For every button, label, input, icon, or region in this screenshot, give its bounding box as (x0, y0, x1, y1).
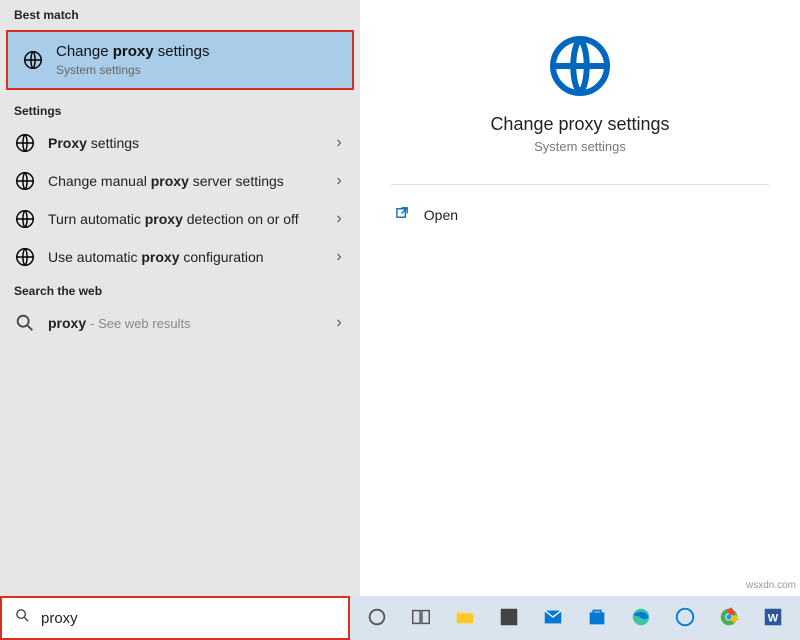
preview-panel: Change proxy settings System settings Op… (360, 0, 800, 596)
app-icon[interactable] (490, 601, 528, 635)
best-match-result[interactable]: Change proxy settings System settings (6, 30, 354, 90)
chevron-right-icon: › (332, 314, 346, 332)
settings-header: Settings (0, 96, 360, 124)
svg-text:W: W (768, 613, 779, 625)
store-icon[interactable] (578, 601, 616, 635)
globe-icon (14, 246, 36, 268)
search-icon (14, 312, 36, 334)
open-icon (395, 205, 410, 224)
watermark: wsxdn.com (746, 580, 796, 591)
task-view-icon[interactable] (402, 601, 440, 635)
divider (391, 184, 769, 185)
settings-result-proxy-settings[interactable]: Proxy settings › (0, 124, 360, 162)
chevron-right-icon: › (332, 172, 346, 190)
settings-result-manual-proxy[interactable]: Change manual proxy server settings › (0, 162, 360, 200)
best-match-subtitle: System settings (56, 63, 338, 79)
best-match-title: Change proxy settings (56, 42, 338, 62)
dell-icon[interactable] (666, 601, 704, 635)
preview-subtitle: System settings (534, 139, 626, 154)
globe-icon (544, 30, 616, 102)
chrome-icon[interactable] (710, 601, 748, 635)
chevron-right-icon: › (332, 248, 346, 266)
search-input[interactable] (41, 610, 336, 627)
mail-icon[interactable] (534, 601, 572, 635)
search-icon (14, 607, 31, 629)
web-header: Search the web (0, 276, 360, 304)
preview-title: Change proxy settings (490, 114, 669, 135)
open-action[interactable]: Open (391, 199, 769, 230)
best-match-header: Best match (0, 0, 360, 28)
chevron-right-icon: › (332, 210, 346, 228)
open-label: Open (424, 207, 458, 223)
taskbar: W (350, 596, 800, 640)
globe-icon (22, 49, 44, 71)
settings-result-auto-config[interactable]: Use automatic proxy configuration › (0, 238, 360, 276)
globe-icon (14, 132, 36, 154)
web-result-proxy[interactable]: proxy- See web results › (0, 304, 360, 342)
chevron-right-icon: › (332, 134, 346, 152)
globe-icon (14, 170, 36, 192)
globe-icon (14, 208, 36, 230)
cortana-icon[interactable] (358, 601, 396, 635)
edge-icon[interactable] (622, 601, 660, 635)
settings-result-auto-detection[interactable]: Turn automatic proxy detection on or off… (0, 200, 360, 238)
search-box[interactable] (0, 596, 350, 640)
word-icon[interactable]: W (754, 601, 792, 635)
search-results-panel: Best match Change proxy settings System … (0, 0, 360, 596)
file-explorer-icon[interactable] (446, 601, 484, 635)
